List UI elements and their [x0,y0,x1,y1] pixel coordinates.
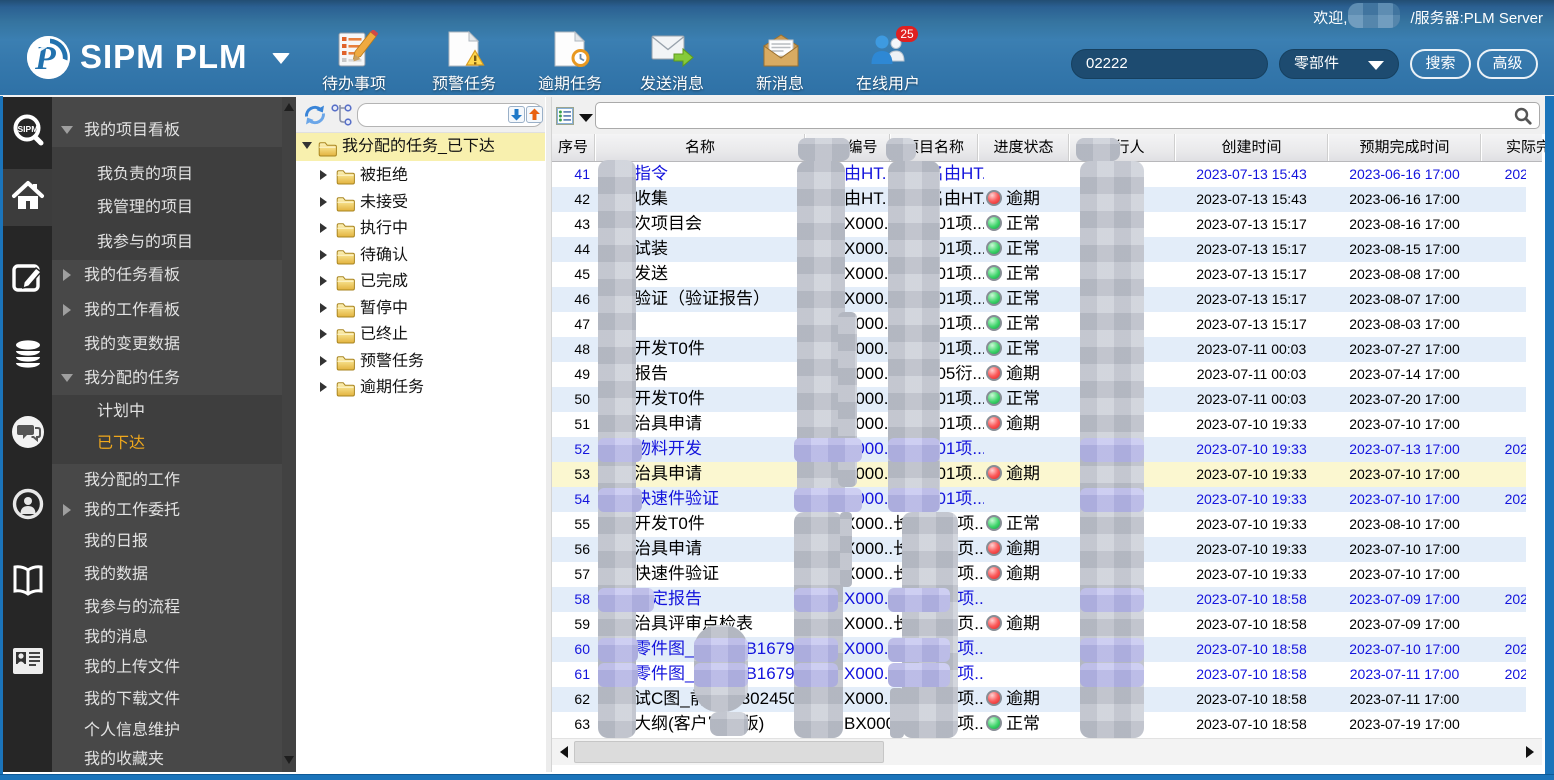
svg-text:SIPM: SIPM [17,124,38,134]
